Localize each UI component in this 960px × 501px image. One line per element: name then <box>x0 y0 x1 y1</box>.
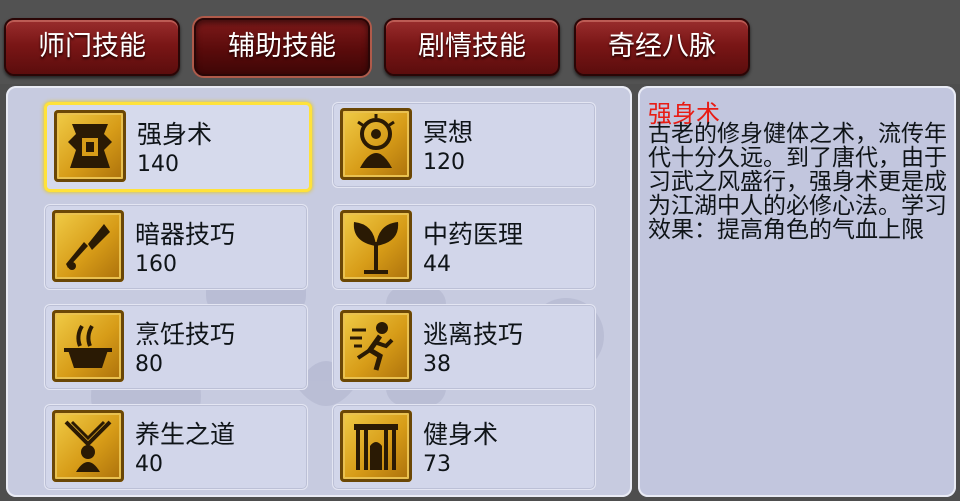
tab-story-skills[interactable]: 剧情技能 <box>384 18 560 76</box>
skill-name: 中药医理 <box>423 220 524 249</box>
skill-slot[interactable]: 中药医理 44 <box>332 204 596 290</box>
description-body: 古老的修身健体之术，流传年代十分久远。到了唐代，由于习武之风盛行，强身术更是成为… <box>648 121 947 243</box>
skill-name: 冥想 <box>423 118 474 147</box>
skill-slot[interactable]: 强身术 140 <box>44 102 312 192</box>
skill-name: 暗器技巧 <box>135 220 236 249</box>
skill-level: 73 <box>423 452 451 477</box>
skill-slot[interactable]: 暗器技巧 160 <box>44 204 308 290</box>
cooking-pot-icon <box>52 310 124 382</box>
skill-name: 烹饪技巧 <box>135 320 236 349</box>
skill-name: 养生之道 <box>135 420 236 449</box>
skill-level: 140 <box>137 152 179 177</box>
skill-grid-panel: 强身术 140 冥想 120 暗器技巧 160 中药医理 44 烹饪技巧 80 … <box>6 86 632 497</box>
skill-slot[interactable]: 养生之道 40 <box>44 404 308 490</box>
running-icon <box>340 310 412 382</box>
skill-description-panel: 强身术 古老的修身健体之术，流传年代十分久远。到了唐代，由于习武之风盛行，强身术… <box>638 86 956 497</box>
skill-slot[interactable]: 冥想 120 <box>332 102 596 188</box>
skill-level: 120 <box>423 150 465 175</box>
skill-name: 健身术 <box>423 420 499 449</box>
skill-slot[interactable]: 烹饪技巧 80 <box>44 304 308 390</box>
skill-level: 160 <box>135 252 177 277</box>
skill-level: 80 <box>135 352 163 377</box>
wellness-icon <box>52 410 124 482</box>
skill-level: 44 <box>423 252 451 277</box>
tab-bar: 师门技能 辅助技能 剧情技能 奇经八脉 <box>0 0 960 84</box>
tab-meridians[interactable]: 奇经八脉 <box>574 18 750 76</box>
skill-level: 38 <box>423 352 451 377</box>
skill-slot[interactable]: 逃离技巧 38 <box>332 304 596 390</box>
gate-icon <box>340 410 412 482</box>
armor-icon <box>54 110 126 182</box>
meditation-icon <box>340 108 412 180</box>
skill-name: 强身术 <box>137 120 213 149</box>
tab-support-skills[interactable]: 辅助技能 <box>194 18 370 76</box>
skill-name: 逃离技巧 <box>423 320 524 349</box>
tab-school-skills[interactable]: 师门技能 <box>4 18 180 76</box>
skill-level: 40 <box>135 452 163 477</box>
dart-icon <box>52 210 124 282</box>
skill-slot[interactable]: 健身术 73 <box>332 404 596 490</box>
herb-icon <box>340 210 412 282</box>
